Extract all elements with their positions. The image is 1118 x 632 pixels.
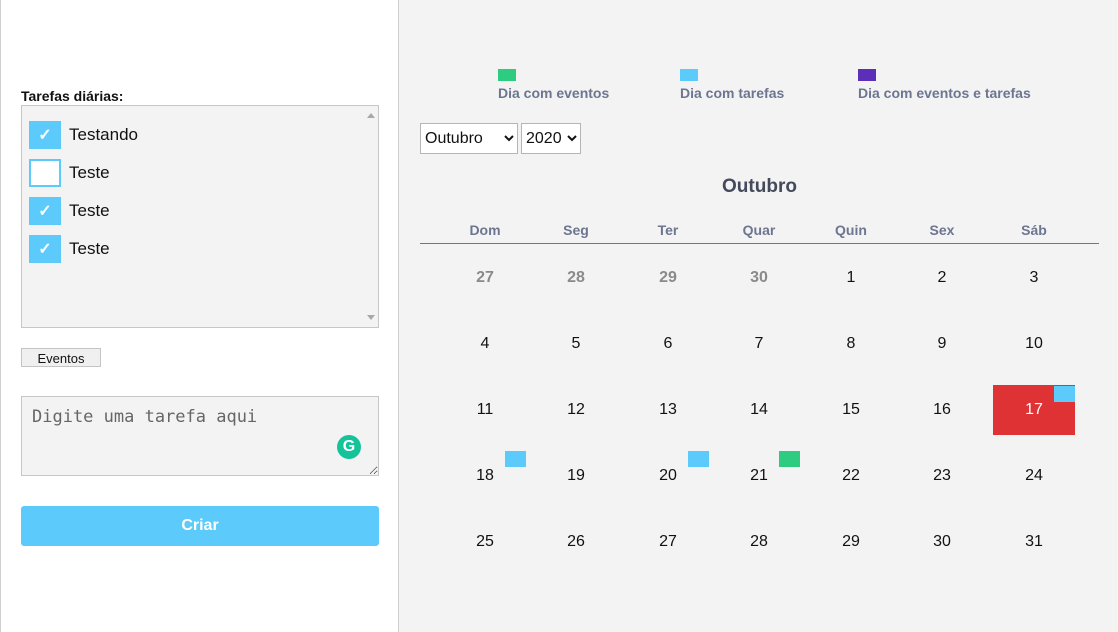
calendar-day[interactable]: 27 (444, 253, 526, 303)
calendar-day[interactable]: 6 (627, 319, 709, 369)
task-item[interactable]: ✓ Teste (29, 234, 110, 264)
calendar-day[interactable]: 26 (535, 517, 617, 567)
legend-label: Dia com eventos (498, 85, 610, 101)
calendar-day[interactable]: 11 (444, 385, 526, 435)
task-label: Testando (69, 125, 138, 144)
day-marker-tarefas (505, 451, 526, 467)
calendar-month-title: Outubro (722, 176, 797, 197)
legend-both: Dia com eventos e tarefas (858, 69, 1031, 101)
task-item[interactable]: ✓ Testando (29, 120, 138, 150)
weekday-label: Sáb (1021, 222, 1047, 238)
calendar-day[interactable]: 29 (627, 253, 709, 303)
task-checkbox[interactable]: ✓ (29, 197, 61, 225)
events-button[interactable]: Eventos (21, 348, 101, 367)
task-label: Teste (69, 163, 110, 182)
task-checkbox[interactable]: ✓ (29, 121, 61, 149)
year-select[interactable]: 2020 (521, 123, 581, 154)
calendar-day[interactable]: 7 (718, 319, 800, 369)
calendar-day[interactable]: 4 (444, 319, 526, 369)
calendar-day[interactable]: 1 (810, 253, 892, 303)
calendar-day[interactable]: 13 (627, 385, 709, 435)
calendar-day[interactable]: 31 (993, 517, 1075, 567)
weekday-label: Ter (657, 222, 679, 238)
calendar-day[interactable]: 30 (901, 517, 983, 567)
weekday-label: Dom (469, 222, 501, 238)
weekday-label: Quin (835, 222, 867, 238)
task-item[interactable]: Teste (29, 158, 110, 188)
task-item[interactable]: ✓ Teste (29, 196, 110, 226)
calendar-day[interactable]: 28 (535, 253, 617, 303)
legend-swatch-tasks (680, 69, 698, 81)
scroll-down-arrow-icon[interactable] (367, 315, 375, 320)
calendar-day[interactable]: 9 (901, 319, 983, 369)
calendar-day[interactable]: 14 (718, 385, 800, 435)
day-marker-eventos (779, 451, 800, 467)
task-input[interactable] (21, 396, 379, 476)
calendar-day[interactable]: 10 (993, 319, 1075, 369)
tasks-list[interactable]: ✓ Testando Teste ✓ Teste ✓ Teste (21, 105, 379, 328)
legend-swatch-events (498, 69, 516, 81)
grammarly-icon[interactable]: G (337, 435, 361, 459)
day-marker-tarefas (688, 451, 709, 467)
task-checkbox[interactable]: ✓ (29, 235, 61, 263)
tasks-label: Tarefas diárias: (21, 88, 124, 104)
calendar-day[interactable]: 16 (901, 385, 983, 435)
calendar-day[interactable]: 29 (810, 517, 892, 567)
day-marker-tarefas (1054, 386, 1075, 402)
task-checkbox[interactable] (29, 159, 61, 187)
create-button[interactable]: Criar (21, 506, 379, 546)
calendar-day[interactable]: 5 (535, 319, 617, 369)
weekday-label: Seg (563, 222, 589, 238)
weekday-label: Sex (929, 222, 955, 238)
calendar-day[interactable]: 22 (810, 451, 892, 501)
calendar-day[interactable]: 8 (810, 319, 892, 369)
tasks-scrollbar[interactable] (364, 106, 378, 327)
calendar-day[interactable]: 23 (901, 451, 983, 501)
calendar-day[interactable]: 19 (535, 451, 617, 501)
calendar-day[interactable]: 15 (810, 385, 892, 435)
legend-label: Dia com eventos e tarefas (858, 85, 1031, 101)
task-label: Teste (69, 201, 110, 220)
calendar-day[interactable]: 12 (535, 385, 617, 435)
calendar-day[interactable]: 3 (993, 253, 1075, 303)
weekday-divider (420, 243, 1099, 244)
calendar-day[interactable]: 28 (718, 517, 800, 567)
weekday-label: Quar (742, 222, 776, 238)
legend-events: Dia com eventos (498, 69, 609, 101)
calendar-day[interactable]: 27 (627, 517, 709, 567)
legend-tasks: Dia com tarefas (680, 69, 784, 101)
calendar-day[interactable]: 2 (901, 253, 983, 303)
calendar-day[interactable]: 25 (444, 517, 526, 567)
legend-label: Dia com tarefas (680, 85, 785, 101)
task-label: Teste (69, 239, 110, 258)
month-select[interactable]: Outubro (420, 123, 518, 154)
scroll-up-arrow-icon[interactable] (367, 113, 375, 118)
legend-swatch-both (858, 69, 876, 81)
calendar-day[interactable]: 24 (993, 451, 1075, 501)
calendar-day[interactable]: 30 (718, 253, 800, 303)
